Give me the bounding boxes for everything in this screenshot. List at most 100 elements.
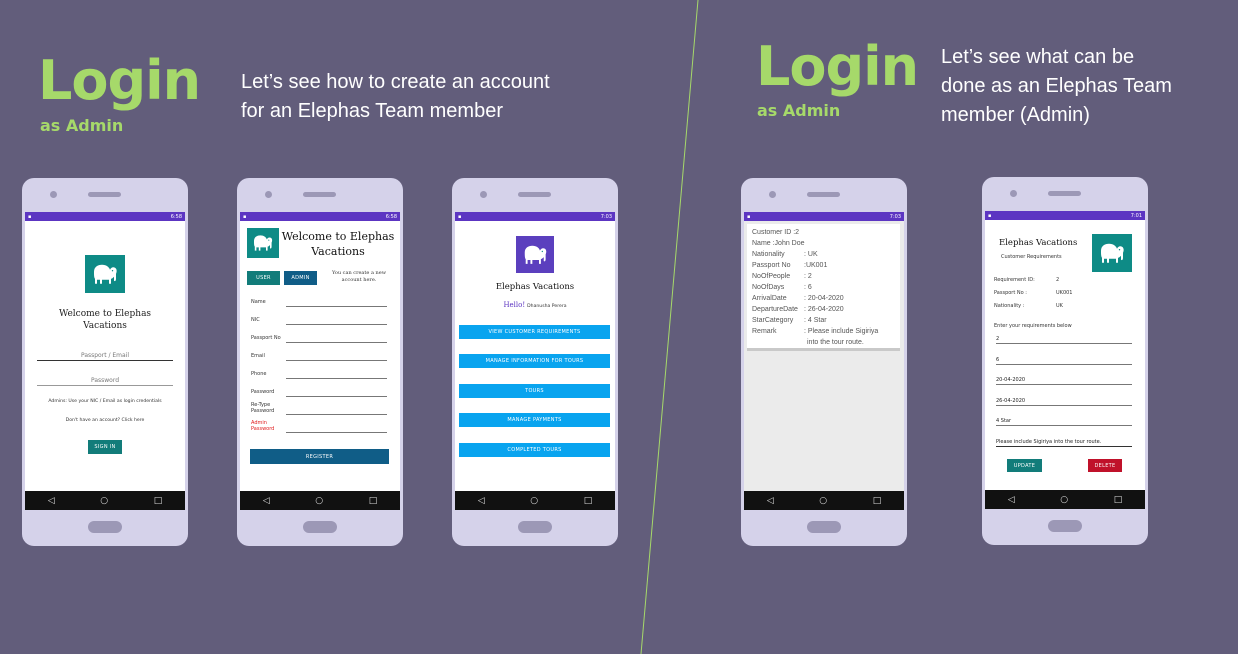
speaker: [518, 192, 551, 197]
back-icon[interactable]: ◁: [48, 496, 55, 506]
nav-bar: ◁ ○ □: [744, 491, 904, 510]
recent-apps-icon[interactable]: □: [369, 496, 378, 506]
detail-row: ArrivalDate: 20-04-2020: [752, 293, 895, 304]
status-bar: ▪ 7:01: [985, 211, 1145, 220]
sign-in-button[interactable]: SIGN IN: [88, 440, 122, 454]
back-icon[interactable]: ◁: [767, 496, 774, 506]
register-button[interactable]: REGISTER: [250, 449, 389, 464]
password-input[interactable]: Password: [37, 377, 173, 386]
detail-label: Passport No: [752, 262, 791, 269]
register-screen: ▪ 6:58 Welcome to Elephas Vacations USER …: [240, 212, 400, 510]
nic-input[interactable]: [286, 316, 387, 325]
nav-bar: ◁ ○ □: [25, 491, 185, 510]
home-icon[interactable]: ○: [819, 496, 827, 506]
back-icon[interactable]: ◁: [1008, 495, 1015, 505]
email-input[interactable]: [286, 352, 387, 361]
phone-label: Phone: [251, 371, 267, 377]
detail-row: StarCategory: 4 Star: [752, 315, 895, 326]
welcome-text: Welcome to Elephas Vacations: [25, 308, 185, 332]
view-customer-requirements-button[interactable]: VIEW CUSTOMER REQUIREMENTS: [459, 325, 610, 339]
departure-date-input[interactable]: 26-04-2020: [996, 398, 1132, 406]
detail-row: Nationality: UK: [752, 249, 895, 260]
home-icon[interactable]: ○: [530, 496, 538, 506]
detail-value: : 4 Star: [804, 317, 827, 324]
home-icon[interactable]: ○: [1060, 495, 1068, 505]
passport-email-input[interactable]: Passport / Email: [37, 352, 173, 361]
detail-value: : UK: [804, 251, 818, 258]
detail-row: Passport No :UK001: [752, 260, 895, 271]
speaker: [303, 192, 336, 197]
right-desc-line-2: done as an Elephas Team: [941, 75, 1172, 97]
dashboard-screen: ▪ 7:03 Elephas Vacations Hello! Dhanusha …: [455, 212, 615, 510]
nationality-value: UK: [1056, 303, 1063, 309]
people-input[interactable]: 2: [996, 336, 1132, 344]
detail-label: Remark: [752, 328, 777, 335]
back-icon[interactable]: ◁: [478, 496, 485, 506]
manage-payments-button[interactable]: MANAGE PAYMENTS: [459, 413, 610, 427]
customer-details-list: Customer ID :2 Name :John Doe Nationalit…: [747, 224, 900, 351]
arrival-date-input[interactable]: 20-04-2020: [996, 377, 1132, 385]
passport-value: UK001: [1056, 290, 1073, 296]
customer-card[interactable]: Customer ID :2 Name :John Doe Nationalit…: [747, 224, 900, 351]
delete-button[interactable]: DELETE: [1088, 459, 1122, 472]
status-bar: ▪ 6:58: [25, 212, 185, 221]
phone-admin-dashboard: ▪ 7:03 Elephas Vacations Hello! Dhanusha …: [452, 178, 618, 546]
passport-label: Passport No :: [994, 290, 1027, 296]
star-category-input[interactable]: 4 Star: [996, 418, 1132, 426]
left-desc-line-2: for an Elephas Team member: [241, 100, 503, 122]
tours-button[interactable]: TOURS: [459, 384, 610, 398]
detail-value: : 6: [804, 284, 812, 291]
back-icon[interactable]: ◁: [263, 496, 270, 506]
manage-tour-info-button[interactable]: MANAGE INFORMATION FOR TOURS: [459, 354, 610, 368]
signup-link[interactable]: Don't have an account? Click here: [25, 418, 185, 423]
elephant-logo-icon: [247, 228, 279, 258]
retype-line-2: Password: [251, 408, 275, 414]
completed-tours-button[interactable]: COMPLETED TOURS: [459, 443, 610, 457]
password-input[interactable]: [286, 388, 387, 397]
tab-user[interactable]: USER: [247, 271, 280, 285]
requirements-subtitle: Customer Requirements: [1001, 254, 1062, 260]
passport-input[interactable]: [286, 334, 387, 343]
detail-value: : 26-04-2020: [804, 306, 844, 313]
admin-password-input[interactable]: [286, 424, 387, 433]
recent-apps-icon[interactable]: □: [584, 496, 593, 506]
requirements-prompt: Enter your requirements below: [994, 323, 1072, 329]
name-input[interactable]: [286, 298, 387, 307]
status-bar: ▪ 6:58: [240, 212, 400, 221]
speaker: [1048, 191, 1081, 196]
detail-value: : Please include Sigiriya: [804, 328, 879, 335]
phone-customer-requirements: ▪ 7:01 Elephas Vacations Customer Require…: [982, 177, 1148, 545]
detail-row: into the tour route.: [752, 337, 895, 348]
sim-icon: ▪: [28, 213, 32, 220]
status-bar: ▪ 7:03: [744, 212, 904, 221]
retype-password-input[interactable]: [286, 406, 387, 415]
sim-icon: ▪: [243, 213, 247, 220]
detail-row: NoOfDays: 6: [752, 282, 895, 293]
camera: [769, 191, 776, 198]
recent-apps-icon[interactable]: □: [1114, 495, 1123, 505]
dashboard-title: Elephas Vacations: [495, 282, 575, 292]
home-icon[interactable]: ○: [100, 496, 108, 506]
detail-value: : 2: [804, 273, 812, 280]
home-icon[interactable]: ○: [315, 496, 323, 506]
detail-value: :UK001: [804, 262, 828, 269]
requirements-title: Elephas Vacations: [999, 238, 1078, 248]
nationality-label: Nationality :: [994, 303, 1025, 309]
recent-apps-icon[interactable]: □: [154, 496, 163, 506]
status-time: 7:01: [1130, 212, 1142, 219]
status-time: 7:03: [600, 213, 612, 220]
recent-apps-icon[interactable]: □: [873, 496, 882, 506]
welcome-text: Welcome to Elephas Vacations: [280, 229, 396, 259]
days-input[interactable]: 6: [996, 357, 1132, 365]
remark-input[interactable]: Please include Sigiriya into the tour ro…: [996, 439, 1132, 447]
requirement-id-value: 2: [1056, 277, 1060, 283]
left-description: Let’s see how to create an account for a…: [241, 68, 550, 126]
retype-password-label: Re-Type Password: [251, 402, 274, 414]
tab-admin[interactable]: ADMIN: [284, 271, 317, 285]
update-button[interactable]: UPDATE: [1007, 459, 1042, 472]
nav-bar: ◁ ○ □: [240, 491, 400, 510]
welcome-line-1: Welcome to Elephas: [281, 230, 395, 243]
phone-login: ▪ 6:58 Welcome to Elephas Vacations Passp…: [22, 178, 188, 546]
status-time: 6:58: [170, 213, 182, 220]
phone-input[interactable]: [286, 370, 387, 379]
